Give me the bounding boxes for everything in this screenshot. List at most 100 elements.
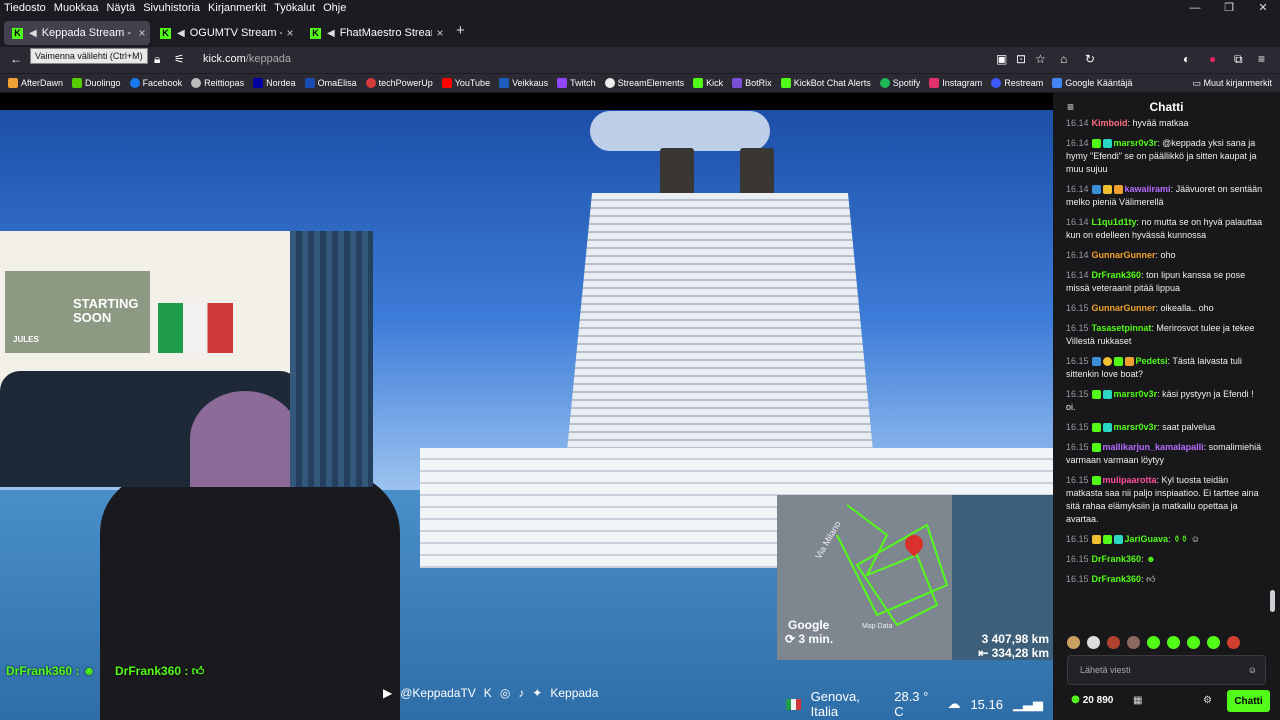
chat-username[interactable]: DrFrank360	[1092, 270, 1142, 280]
menu-help[interactable]: Ohje	[323, 2, 346, 14]
bookmark-techpowerup[interactable]: techPowerUp	[365, 78, 433, 88]
bookmark-omaelisa[interactable]: OmaElisa	[304, 78, 357, 88]
emoji-picker-icon[interactable]: ☺	[1248, 656, 1257, 684]
chat-send-button[interactable]: Chatti	[1227, 690, 1270, 712]
extension-badge-icon[interactable]: ●	[1209, 52, 1216, 66]
picture-in-picture-icon[interactable]: ▣	[996, 52, 1007, 66]
starting-soon-poster: STARTING SOON JULES	[5, 271, 150, 353]
chat-username[interactable]: Pedetsi	[1136, 356, 1168, 366]
reload-icon[interactable]: ↻	[1085, 52, 1095, 66]
italy-flag-icon	[786, 698, 801, 710]
chat-username[interactable]: DrFrank360	[1092, 574, 1142, 584]
bookmark-veikkaus[interactable]: Veikkaus	[499, 78, 548, 88]
bookmark-youtube[interactable]: YouTube	[441, 78, 490, 88]
menu-history[interactable]: Sivuhistoria	[143, 2, 200, 14]
settings-gear-icon[interactable]: ⚙	[1203, 695, 1212, 706]
minimize-button[interactable]: —	[1178, 0, 1212, 16]
chat-username[interactable]: kawaiirami	[1125, 184, 1171, 194]
omaelisa-icon	[304, 78, 315, 88]
emote-icon[interactable]	[1127, 636, 1140, 649]
kick-emote-icon: ☻	[1146, 554, 1156, 564]
chat-username[interactable]: GunnarGunner	[1092, 303, 1156, 313]
signal-icon: ▁▃▅	[1013, 696, 1043, 711]
chat-message: 16.15 JariGuava: ⚱⚱ ☺	[1066, 534, 1200, 545]
address-bar[interactable]: kick.com/keppada	[203, 53, 291, 65]
chat-username[interactable]: DrFrank360	[1092, 554, 1142, 564]
bookmark-kick[interactable]: Kick	[693, 78, 723, 88]
chat-username[interactable]: marsr0v3r	[1114, 389, 1158, 399]
stream-video[interactable]: STARTING SOON JULES Via Milano Map Data …	[0, 93, 1053, 720]
kick-icon	[693, 78, 704, 88]
tab-close-icon[interactable]: ×	[282, 26, 298, 40]
other-bookmarks[interactable]: ▭ Muut kirjanmerkit	[1192, 78, 1272, 89]
home-icon[interactable]: ⌂	[1060, 52, 1067, 66]
speaker-icon[interactable]: ◀	[29, 28, 37, 39]
badge-icon	[1113, 357, 1123, 367]
save-page-icon[interactable]: ⊡	[1016, 52, 1026, 66]
chat-username[interactable]: marsr0v3r	[1114, 422, 1158, 432]
app-menu-icon[interactable]: ≡	[1258, 52, 1265, 66]
bookmark-google-translate[interactable]: Google Kääntäjä	[1052, 78, 1132, 88]
chat-scrollbar[interactable]	[1270, 590, 1275, 612]
menu-edit[interactable]: Muokkaa	[54, 2, 99, 14]
bookmark-restream[interactable]: Restream	[991, 78, 1043, 88]
emote-icon[interactable]	[1147, 636, 1160, 649]
speaker-icon[interactable]: ◀	[177, 28, 185, 39]
close-window-button[interactable]: ✕	[1246, 0, 1280, 16]
chat-username[interactable]: mallikarjun_kamalapalli	[1103, 442, 1204, 452]
extensions-icon[interactable]: ⧉	[1234, 52, 1243, 67]
menu-bookmarks[interactable]: Kirjanmerkit	[208, 2, 266, 14]
lock-icon[interactable]: 🔒︎	[154, 52, 160, 67]
chat-username[interactable]: Tasasetpinnat	[1092, 323, 1152, 333]
menu-file[interactable]: Tiedosto	[4, 2, 46, 14]
route-distance-leg: ⇤ 334,28 km	[978, 646, 1049, 660]
bookmark-facebook[interactable]: Facebook	[129, 78, 182, 88]
emote-icon[interactable]	[1227, 636, 1240, 649]
badge-icon	[1091, 390, 1101, 400]
emote-icon[interactable]	[1067, 636, 1080, 649]
menu-tools[interactable]: Työkalut	[274, 2, 315, 14]
bookmark-afterdawn[interactable]: AfterDawn	[8, 78, 63, 88]
chat-username[interactable]: JariGuava	[1125, 534, 1169, 544]
chat-username[interactable]: Kimboid	[1092, 118, 1128, 128]
bookmark-spotify[interactable]: Spotify	[879, 78, 920, 88]
tab-ogumtv[interactable]: K ◀ OGUMTV Stream - Watch L ×	[152, 21, 298, 45]
bookmark-nordea[interactable]: Nordea	[253, 78, 296, 88]
chat-username[interactable]: GunnarGunner	[1092, 250, 1156, 260]
bookmark-kickbot[interactable]: KickBot Chat Alerts	[780, 78, 871, 88]
social-name: Keppada	[550, 686, 599, 700]
menu-view[interactable]: Näytä	[106, 2, 135, 14]
emote-icon[interactable]	[1207, 636, 1220, 649]
tab-close-icon[interactable]: ×	[134, 26, 150, 40]
chest-icon[interactable]: ▦	[1133, 695, 1142, 706]
bookmark-duolingo[interactable]: Duolingo	[72, 78, 121, 88]
speaker-icon[interactable]: ◀	[327, 28, 335, 39]
tab-close-icon[interactable]: ×	[432, 26, 448, 40]
chat-message-input[interactable]: Lähetä viesti ☺	[1067, 655, 1266, 685]
bookmark-star-icon[interactable]: ☆	[1035, 52, 1046, 66]
back-arrow-icon[interactable]: ←	[10, 52, 22, 66]
account-icon[interactable]: ◐	[1183, 52, 1190, 66]
bookmark-botrix[interactable]: BotRix	[732, 78, 772, 88]
permissions-icon[interactable]: ⚟	[174, 52, 185, 66]
emote-icon[interactable]	[1167, 636, 1180, 649]
bookmark-reittiopas[interactable]: Reittiopas	[191, 78, 244, 88]
bookmark-instagram[interactable]: Instagram	[929, 78, 982, 88]
chat-messages: 16.14 Kimboid: hyvää matkaa 16.14 marsr0v3…	[1066, 117, 1264, 593]
chat-username[interactable]: mulipaarotta	[1103, 475, 1157, 485]
bookmark-streamelements[interactable]: StreamElements	[604, 78, 684, 88]
afterdawn-icon	[8, 78, 18, 88]
tab-fhatmaestro[interactable]: K ◀ FhatMaestro Stream - Watc ×	[302, 21, 448, 45]
emote-icon[interactable]	[1107, 636, 1120, 649]
clock-text: 15.16	[970, 696, 1003, 712]
emote-icon[interactable]	[1087, 636, 1100, 649]
emote-icon[interactable]	[1187, 636, 1200, 649]
chat-username[interactable]: L1qu1d1ty	[1092, 217, 1137, 227]
tab-keppada[interactable]: K ◀ Keppada Stream - Watch L ×	[4, 21, 150, 45]
bookmark-twitch[interactable]: Twitch	[557, 78, 596, 88]
temperature-text: 28.3 ° C	[894, 689, 929, 719]
restore-button[interactable]: ❐	[1212, 0, 1246, 16]
badge-icon	[1124, 357, 1134, 367]
chat-username[interactable]: marsr0v3r	[1114, 138, 1158, 148]
new-tab-icon[interactable]: +	[456, 22, 465, 39]
